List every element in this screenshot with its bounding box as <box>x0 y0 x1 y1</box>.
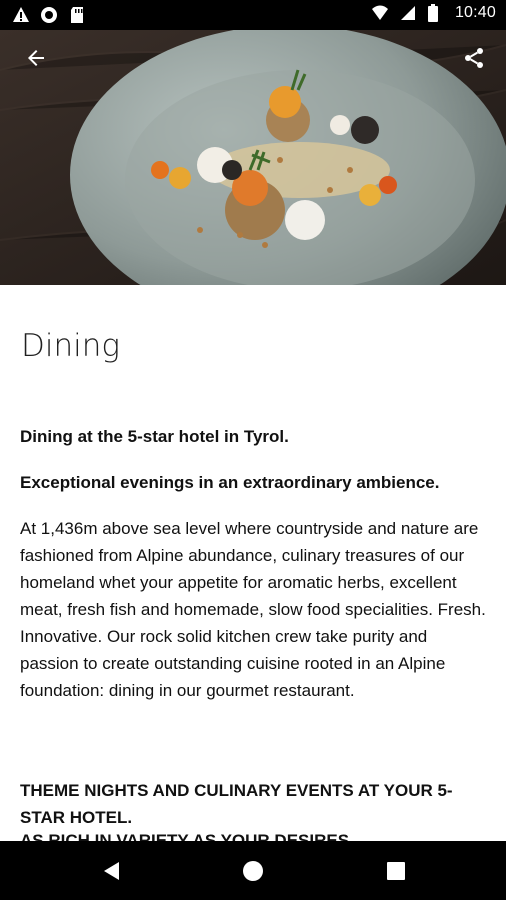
status-left-icons <box>12 6 86 24</box>
signal-icon <box>399 4 417 22</box>
nav-home-button[interactable] <box>241 859 265 883</box>
sd-card-icon <box>68 6 86 24</box>
circle-icon <box>40 6 58 24</box>
nav-recent-button[interactable] <box>386 861 406 881</box>
status-right-icons: 10:40 <box>371 4 496 22</box>
status-time: 10:40 <box>454 4 496 21</box>
arrow-left-icon <box>24 46 48 75</box>
status-bar: 10:40 <box>0 0 506 30</box>
back-button[interactable] <box>18 42 54 78</box>
description-paragraph: At 1,436m above sea level where countrys… <box>20 519 486 700</box>
share-icon <box>462 46 486 75</box>
battery-icon <box>427 4 445 22</box>
page-title: Dining <box>21 328 120 364</box>
nav-recent-icon <box>386 862 406 885</box>
intro-line-1: Dining at the 5-star hotel in Tyrol. <box>20 427 289 446</box>
intro-line-2: Exceptional evenings in an extraordinary… <box>20 473 440 492</box>
system-nav-bar <box>0 841 506 900</box>
app-bar <box>0 30 506 94</box>
wifi-icon <box>371 4 389 22</box>
theme-subheading: AS RICH IN VARIETY AS YOUR DESIRES <box>20 831 350 841</box>
theme-heading: THEME NIGHTS AND CULINARY EVENTS AT YOUR… <box>20 781 453 827</box>
alert-icon <box>12 6 30 24</box>
nav-back-button[interactable] <box>100 859 124 883</box>
share-button[interactable] <box>456 42 492 78</box>
nav-home-icon <box>241 861 265 887</box>
nav-back-icon <box>100 862 124 887</box>
content-area: Dining Dining at the 5-star hotel in Tyr… <box>0 285 506 841</box>
